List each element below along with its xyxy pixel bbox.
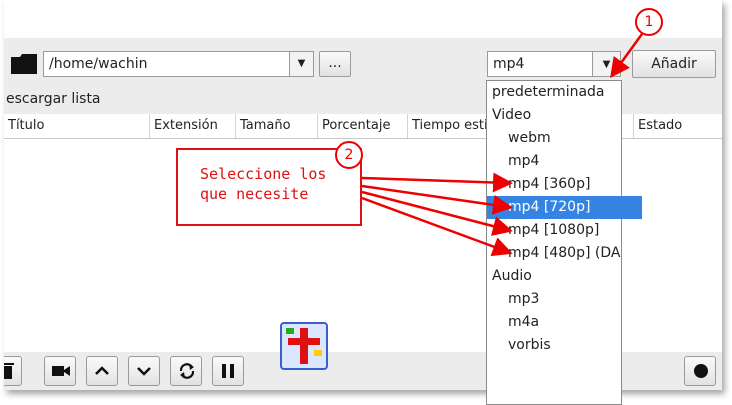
arrow-down-icon <box>137 367 151 376</box>
browse-button[interactable]: ... <box>319 51 351 77</box>
settings-button[interactable] <box>684 356 716 386</box>
add-button[interactable]: Añadir <box>632 50 716 78</box>
annotation-box: Seleccione los que necesite <box>176 148 362 226</box>
step-badge-1: 1 <box>635 8 663 36</box>
folder-icon[interactable] <box>11 54 37 74</box>
dropdown-option[interactable]: mp3 <box>487 288 642 311</box>
chevron-down-icon: ▼ <box>602 59 611 70</box>
trash-icon <box>4 363 14 379</box>
column-header[interactable]: Tamaño <box>236 114 318 138</box>
dropdown-option[interactable]: vorbis <box>487 334 642 357</box>
column-header[interactable]: Extensión <box>150 114 236 138</box>
dropdown-option[interactable]: mp4 [480p] (DA <box>487 242 642 265</box>
chevron-down-icon: ▼ <box>297 58 306 69</box>
move-up-button[interactable] <box>86 356 118 386</box>
annotation-line: que necesite <box>200 185 309 203</box>
dropdown-option[interactable]: mp4 <box>487 150 642 173</box>
logo-icon <box>280 322 328 370</box>
play-video-button[interactable] <box>44 356 76 386</box>
delete-button[interactable] <box>4 356 22 386</box>
dropdown-category[interactable]: predeterminada <box>487 81 626 104</box>
dropdown-option[interactable]: mp4 [1080p] <box>487 219 642 242</box>
title-bar-area <box>4 0 722 38</box>
step-badge-2: 2 <box>335 141 363 169</box>
pause-button[interactable] <box>212 356 244 386</box>
dropdown-category: Audio <box>492 268 532 284</box>
path-dropdown-button[interactable]: ▼ <box>290 51 314 77</box>
video-camera-icon <box>52 366 70 376</box>
dropdown-option[interactable]: mp4 [360p] <box>487 173 642 196</box>
settings-icon <box>694 364 708 378</box>
move-down-button[interactable] <box>128 356 160 386</box>
dropdown-option-selected[interactable]: mp4 [720p] <box>487 196 642 219</box>
reload-button[interactable] <box>170 356 202 386</box>
format-dropdown-button[interactable]: ▼ <box>593 51 621 77</box>
format-dropdown-list[interactable]: predeterminada Video webm mp4 mp4 [360p]… <box>486 80 642 405</box>
format-select[interactable]: mp4 <box>487 51 593 77</box>
column-header[interactable]: Estado <box>634 114 722 138</box>
dropdown-option[interactable]: m4a <box>487 311 642 334</box>
column-header[interactable]: Porcentaje <box>318 114 408 138</box>
dropdown-option[interactable]: webm <box>487 127 642 150</box>
arrow-up-icon <box>95 366 109 375</box>
dropdown-category: Video <box>492 107 532 123</box>
annotation-text: Seleccione los que necesite <box>200 164 326 204</box>
download-list-label: escargar lista <box>6 91 101 107</box>
annotation-line: Seleccione los <box>200 165 327 183</box>
path-input[interactable]: /home/wachin <box>43 51 290 77</box>
column-header[interactable]: Título <box>4 114 150 138</box>
refresh-icon <box>179 363 195 379</box>
pause-icon <box>222 364 234 378</box>
